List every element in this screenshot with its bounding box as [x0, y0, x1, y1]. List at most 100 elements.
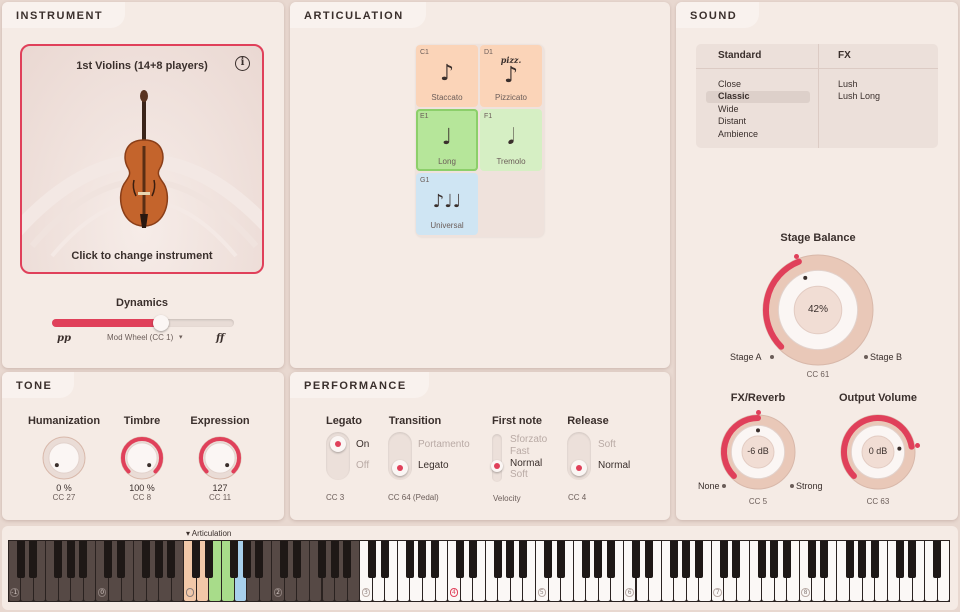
black-key[interactable]: [895, 541, 904, 578]
black-key[interactable]: [732, 541, 741, 578]
knob-graphic: [198, 436, 242, 480]
first-note-option-fast[interactable]: Fast: [510, 446, 529, 457]
octave-label: 2: [273, 588, 283, 597]
black-key[interactable]: [418, 541, 427, 578]
black-key[interactable]: [343, 541, 352, 578]
black-key[interactable]: [493, 541, 502, 578]
instrument-selector[interactable]: 1st Violins (14+8 players) i Click to ch…: [20, 44, 264, 274]
fx-option-lush-long[interactable]: Lush Long: [838, 91, 880, 101]
black-key[interactable]: [230, 541, 239, 578]
mic-option-wide[interactable]: Wide: [718, 104, 739, 114]
piano-keyboard[interactable]: -1 0 1 2 3 4 5 6 7 8: [8, 540, 950, 602]
black-key[interactable]: [330, 541, 339, 578]
black-key[interactable]: [858, 541, 867, 578]
black-key[interactable]: [845, 541, 854, 578]
knob-cap: [204, 442, 236, 474]
black-key[interactable]: [242, 541, 251, 578]
black-key[interactable]: [66, 541, 75, 578]
black-key[interactable]: [117, 541, 126, 578]
timbre-knob[interactable]: [118, 434, 166, 487]
first-note-option-soft[interactable]: Soft: [510, 469, 528, 480]
first-note-handle[interactable]: [491, 460, 503, 472]
dynamics-source[interactable]: Mod Wheel (CC 1): [107, 333, 173, 342]
articulation-cell-long[interactable]: E1 ♩ Long: [416, 109, 478, 171]
black-key[interactable]: [933, 541, 942, 578]
articulation-cell-universal[interactable]: G1 ♪♩♩ Universal: [416, 173, 478, 235]
fx-option-lush[interactable]: Lush: [838, 79, 858, 89]
mic-option-classic[interactable]: Classic: [718, 91, 750, 101]
black-key[interactable]: [631, 541, 640, 578]
black-key[interactable]: [29, 541, 38, 578]
black-key[interactable]: [468, 541, 477, 578]
black-key[interactable]: [719, 541, 728, 578]
black-key[interactable]: [644, 541, 653, 578]
legato-toggle[interactable]: [326, 432, 350, 480]
black-key[interactable]: [694, 541, 703, 578]
first-note-slider[interactable]: [491, 434, 503, 482]
mic-option-ambience[interactable]: Ambience: [718, 129, 758, 139]
release-normal-label[interactable]: Normal: [598, 460, 630, 471]
black-key[interactable]: [405, 541, 414, 578]
black-key[interactable]: [255, 541, 264, 578]
black-key[interactable]: [16, 541, 25, 578]
black-key[interactable]: [518, 541, 527, 578]
black-key[interactable]: [556, 541, 565, 578]
black-key[interactable]: [594, 541, 603, 578]
black-key[interactable]: [192, 541, 201, 578]
black-key[interactable]: [807, 541, 816, 578]
expression-knob[interactable]: [196, 434, 244, 487]
black-key[interactable]: [870, 541, 879, 578]
legato-on-label[interactable]: On: [356, 439, 369, 450]
transition-portamento-label[interactable]: Portamento: [418, 439, 470, 450]
dynamics-slider[interactable]: [52, 315, 234, 331]
black-key[interactable]: [606, 541, 615, 578]
info-icon[interactable]: i: [235, 56, 250, 71]
black-key[interactable]: [317, 541, 326, 578]
black-key[interactable]: [280, 541, 289, 578]
black-key[interactable]: [770, 541, 779, 578]
black-key[interactable]: [154, 541, 163, 578]
mic-option-close[interactable]: Close: [718, 79, 741, 89]
mic-option-distant[interactable]: Distant: [718, 116, 746, 126]
dropdown-arrow-icon[interactable]: ▾: [179, 333, 183, 341]
legato-label: Legato: [325, 415, 363, 427]
first-note-option-sforzato[interactable]: Sforzato: [510, 434, 547, 445]
black-key[interactable]: [104, 541, 113, 578]
legato-off-label[interactable]: Off: [356, 460, 369, 471]
articulation-cell-tremolo[interactable]: F1 𝅘𝅥 Tremolo: [480, 109, 542, 171]
black-key[interactable]: [908, 541, 917, 578]
transition-toggle[interactable]: [388, 432, 412, 480]
black-key[interactable]: [581, 541, 590, 578]
black-key[interactable]: [368, 541, 377, 578]
stage-b-dot: [864, 355, 868, 359]
first-note-option-normal[interactable]: Normal: [510, 458, 542, 469]
transition-legato-label[interactable]: Legato: [418, 460, 449, 471]
output-volume-knob[interactable]: 0 dB: [838, 412, 920, 497]
fx-reverb-knob[interactable]: -6 dB: [718, 409, 798, 497]
black-key[interactable]: [204, 541, 213, 578]
black-key[interactable]: [431, 541, 440, 578]
black-key[interactable]: [544, 541, 553, 578]
release-soft-label[interactable]: Soft: [598, 439, 616, 450]
black-key[interactable]: [167, 541, 176, 578]
black-key[interactable]: [682, 541, 691, 578]
stage-balance-knob[interactable]: 42%: [760, 252, 876, 373]
black-key[interactable]: [782, 541, 791, 578]
black-key[interactable]: [292, 541, 301, 578]
articulation-cell-pizzicato[interactable]: D1 pizz. ♪ Pizzicato: [480, 45, 542, 107]
black-key[interactable]: [142, 541, 151, 578]
black-key[interactable]: [757, 541, 766, 578]
release-toggle[interactable]: [567, 432, 591, 480]
black-key[interactable]: [820, 541, 829, 578]
black-key[interactable]: [54, 541, 63, 578]
black-key[interactable]: [79, 541, 88, 578]
first-note-handle-dot: [494, 463, 500, 469]
black-key[interactable]: [506, 541, 515, 578]
black-key[interactable]: [456, 541, 465, 578]
humanization-knob[interactable]: [40, 434, 88, 487]
standard-header: Standard: [718, 50, 762, 61]
octave-label: 3: [361, 588, 371, 597]
black-key[interactable]: [669, 541, 678, 578]
black-key[interactable]: [380, 541, 389, 578]
articulation-cell-staccato[interactable]: C1 ♪ Staccato: [416, 45, 478, 107]
